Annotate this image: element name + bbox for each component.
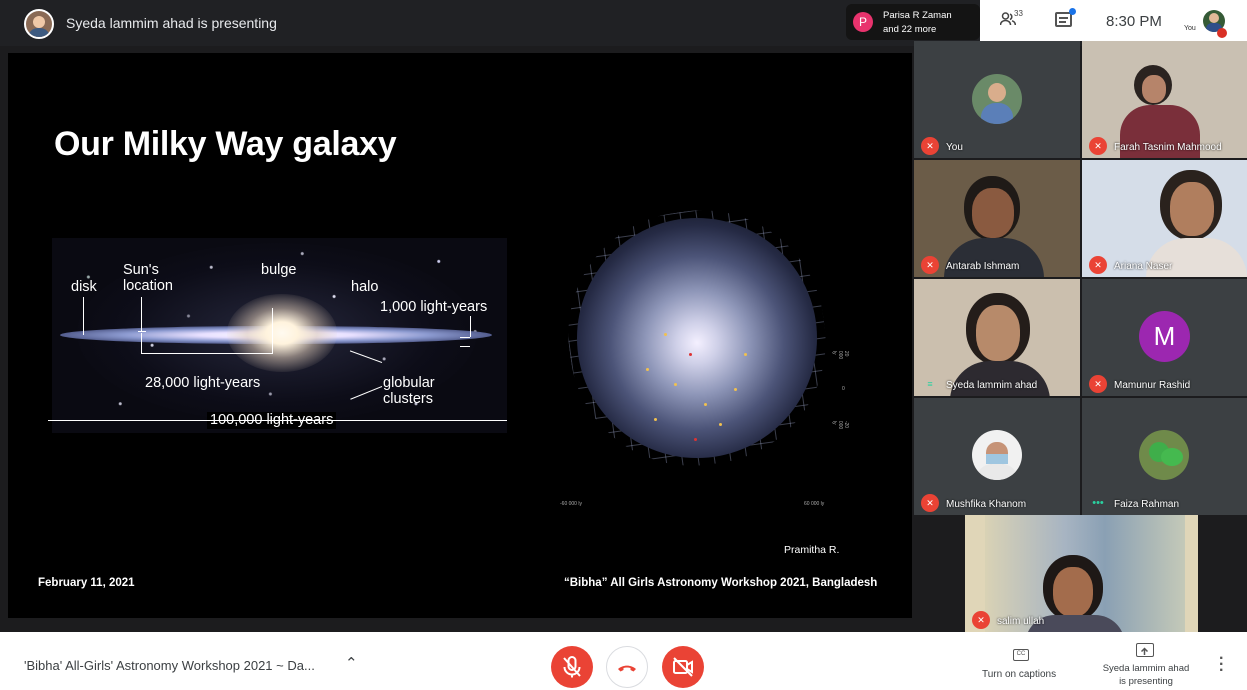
tile-antarab[interactable]: ✕ Antarab Ishmam: [914, 160, 1080, 277]
label-suns-location: Sun's location: [123, 262, 173, 294]
avatar: [972, 430, 1022, 480]
present-icon[interactable]: [1136, 643, 1154, 657]
speaking-indicator: •••: [1092, 497, 1104, 509]
label-1000-ly: 1,000 light-years: [380, 299, 488, 315]
chat-icon: [1059, 17, 1068, 19]
people-count: 33: [1014, 9, 1023, 18]
presenting-status[interactable]: Syeda lammim ahad is presenting: [1091, 662, 1201, 688]
mic-toggle-button[interactable]: [551, 646, 593, 688]
bottom-bar: 'Bibha' All-Girls' Astronomy Workshop 20…: [0, 632, 1247, 690]
participant-name: Syeda lammim ahad: [946, 380, 1038, 391]
chevron-up-icon[interactable]: ⌃: [345, 654, 358, 672]
presenter-avatar: [24, 9, 54, 39]
presentation-slide: Our Milky Way galaxy disk Sun's location…: [8, 53, 912, 618]
top-right-panel: 33 8:30 PM You: [980, 0, 1247, 41]
hang-up-icon: [618, 665, 636, 672]
meet-window: Syeda lammim ahad is presenting P Parisa…: [0, 0, 1247, 690]
participant-name: Mamunur Rashid: [1114, 380, 1191, 391]
more-options-icon[interactable]: · · ·: [1219, 651, 1224, 679]
mic-off-icon: ✕: [921, 256, 939, 274]
tile-salim[interactable]: ✕ salim ullah: [965, 515, 1198, 632]
avatar: [1139, 430, 1189, 480]
tick-top: 20 000 ly: [831, 350, 850, 360]
mic-off-icon: ✕: [921, 494, 939, 512]
label-halo: halo: [351, 279, 379, 295]
label-bulge: bulge: [261, 262, 297, 278]
presenting-text: Syeda lammim ahad is presenting: [66, 15, 277, 31]
avatar: [972, 74, 1022, 124]
tick-zero: 0: [842, 386, 845, 392]
top-bar: Syeda lammim ahad is presenting P Parisa…: [0, 0, 1247, 46]
label-disk: disk: [71, 279, 97, 295]
label-globular-clusters: globular clusters: [383, 375, 435, 407]
self-mic-off-icon: [1217, 28, 1227, 38]
joined-notification[interactable]: P Parisa R Zaman and 22 more: [846, 4, 980, 40]
slide-credit: Pramitha R.: [784, 544, 840, 556]
participant-name: Farah Tasnim Mahmood: [1114, 142, 1222, 153]
mic-off-icon: ✕: [1089, 256, 1107, 274]
tile-you[interactable]: ✕ You: [914, 41, 1080, 158]
captions-icon[interactable]: CC: [1013, 649, 1029, 661]
joined-name: Parisa R Zaman: [883, 10, 952, 21]
slide-footer: “Bibha” All Girls Astronomy Workshop 202…: [564, 577, 878, 589]
chat-icon-line: [1059, 21, 1066, 23]
tile-mushfika[interactable]: ✕ Mushfika Khanom: [914, 398, 1080, 515]
mic-off-icon: ✕: [972, 611, 990, 629]
mic-off-icon: ✕: [921, 137, 939, 155]
28000-bracket: [141, 353, 272, 354]
presenting-line1: Syeda lammim ahad: [1102, 663, 1190, 674]
tile-farah[interactable]: ✕ Farah Tasnim Mahmood: [1082, 41, 1247, 158]
tile-mamunur[interactable]: M ✕ Mamunur Rashid: [1082, 279, 1247, 396]
presenting-line2: is presenting: [1119, 676, 1173, 687]
participant-name: Mushfika Khanom: [946, 499, 1027, 510]
joined-avatar: P: [853, 12, 873, 32]
mic-off-icon: [563, 656, 581, 678]
disk-pointer: [83, 297, 84, 335]
clock: 8:30 PM: [1106, 13, 1162, 30]
tile-faiza[interactable]: ••• Faiza Rahman: [1082, 398, 1247, 515]
joined-more: and 22 more: [883, 24, 937, 35]
label-28000-ly: 28,000 light-years: [145, 375, 261, 391]
tile-syeda[interactable]: ≡ Syeda lammim ahad: [914, 279, 1080, 396]
captions-button-label[interactable]: Turn on captions: [982, 669, 1056, 680]
tick-right: 60 000 ly: [804, 501, 825, 507]
100000-arrow: [48, 420, 507, 421]
mic-off-icon: ✕: [1089, 375, 1107, 393]
mic-active-icon: ≡: [927, 379, 933, 389]
participant-name: Ariana Naser: [1114, 261, 1173, 272]
participant-name: Antarab Ishmam: [946, 261, 1020, 272]
camera-toggle-button[interactable]: [662, 646, 704, 688]
camera-off-icon: [673, 657, 693, 677]
avatar-initial: M: [1139, 311, 1190, 362]
participant-name: You: [946, 142, 963, 153]
you-label: You: [1184, 25, 1196, 32]
galaxy-face-on-map: -60 000 ly 60 000 ly 20 000 ly 0 -20 000…: [552, 194, 849, 507]
tick-bottom: -20 000 ly: [831, 420, 850, 430]
chat-button[interactable]: [1055, 8, 1076, 27]
mic-off-icon: ✕: [1089, 137, 1107, 155]
people-button[interactable]: 33: [999, 9, 1023, 28]
participant-name: salim ullah: [997, 616, 1045, 627]
meeting-title[interactable]: 'Bibha' All-Girls' Astronomy Workshop 20…: [24, 658, 315, 673]
suns-pointer: [141, 297, 142, 331]
tick-left: -60 000 ly: [560, 501, 582, 507]
chat-notification-dot: [1069, 8, 1076, 15]
participant-name: Faiza Rahman: [1114, 499, 1180, 510]
slide-title: Our Milky Way galaxy: [54, 125, 397, 163]
tile-ariana[interactable]: ✕ Ariana Naser: [1082, 160, 1247, 277]
slide-date: February 11, 2021: [38, 577, 135, 589]
end-call-button[interactable]: [606, 646, 648, 688]
